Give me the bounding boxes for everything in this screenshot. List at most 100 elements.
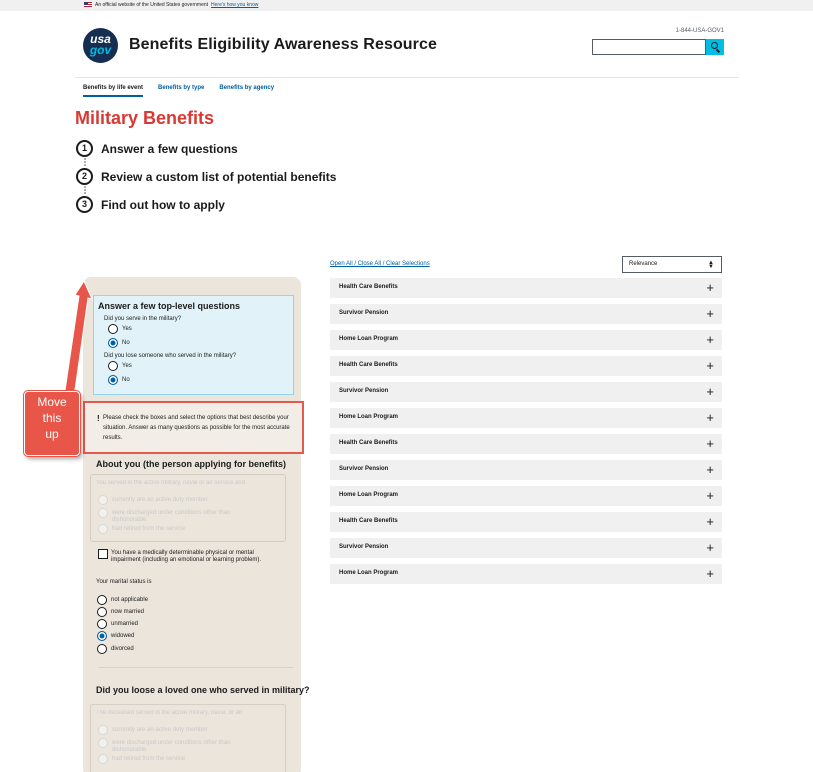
open-close-clear-link[interactable]: Open All / Close All / Clear Selections bbox=[330, 261, 430, 267]
marital-radio-divorced[interactable] bbox=[97, 644, 107, 654]
callout-line: up bbox=[45, 427, 59, 441]
step-number: 2 bbox=[76, 168, 93, 185]
gov-banner: An official website of the United States… bbox=[0, 0, 813, 11]
q2-yes-label: Yes bbox=[122, 363, 132, 369]
accordion-item[interactable]: Health Care Benefits + bbox=[330, 356, 722, 376]
impairment-checkbox[interactable] bbox=[98, 549, 108, 559]
nav-agency[interactable]: Benefits by agency bbox=[219, 84, 274, 97]
page-title: Military Benefits bbox=[75, 108, 215, 128]
plus-icon[interactable]: + bbox=[706, 280, 714, 296]
banner-text: An official website of the United States… bbox=[95, 2, 209, 8]
logo-gov: gov bbox=[89, 43, 112, 57]
search-input[interactable] bbox=[592, 39, 706, 55]
header-divider bbox=[75, 77, 739, 78]
q1-yes-label: Yes bbox=[122, 326, 132, 332]
plus-icon[interactable]: + bbox=[706, 514, 714, 530]
plus-icon[interactable]: + bbox=[706, 488, 714, 504]
section-divider bbox=[98, 667, 294, 668]
accordion-title: Survivor Pension bbox=[339, 544, 389, 550]
q1-label: Did you serve in the military? bbox=[104, 316, 182, 322]
impairment-label: You have a medically determinable physic… bbox=[111, 550, 262, 563]
heres-how-link[interactable]: Here's how you know bbox=[211, 2, 258, 8]
marital-radio-widowed[interactable] bbox=[97, 631, 107, 641]
callout-line: Move bbox=[37, 395, 67, 409]
plus-icon[interactable]: + bbox=[706, 566, 714, 582]
step-2: 2 Review a custom list of potential bene… bbox=[76, 168, 336, 185]
accordion-item[interactable]: Survivor Pension + bbox=[330, 460, 722, 480]
plus-icon[interactable]: + bbox=[706, 540, 714, 556]
deceased-option-radio[interactable] bbox=[98, 754, 108, 764]
deceased-option-label: were discharged under conditions other t… bbox=[112, 740, 231, 753]
service-option-label: were discharged under conditions other t… bbox=[112, 510, 231, 523]
step-number: 3 bbox=[76, 196, 93, 213]
plus-icon[interactable]: + bbox=[706, 410, 714, 426]
marital-radio-not-applicable[interactable] bbox=[97, 595, 107, 605]
accordion-title: Home Loan Program bbox=[339, 336, 399, 342]
accordion-item[interactable]: Health Care Benefits + bbox=[330, 434, 722, 454]
accordion-item[interactable]: Health Care Benefits + bbox=[330, 512, 722, 532]
alert-icon: ! bbox=[97, 414, 100, 423]
q1-no-radio[interactable] bbox=[108, 338, 118, 348]
nav-type[interactable]: Benefits by type bbox=[158, 84, 204, 97]
q2-yes-radio[interactable] bbox=[108, 361, 118, 371]
loved-one-heading: Did you loose a loved one who served in … bbox=[96, 685, 310, 695]
deceased-option-label: had retired from the service bbox=[112, 756, 186, 762]
service-option-radio[interactable] bbox=[98, 495, 108, 505]
accordion-title: Home Loan Program bbox=[339, 492, 399, 498]
accordion-item[interactable]: Survivor Pension + bbox=[330, 304, 722, 324]
accordion-title: Health Care Benefits bbox=[339, 284, 398, 290]
marital-radio-married[interactable] bbox=[97, 607, 107, 617]
marital-option-label: now married bbox=[111, 609, 145, 615]
accordion-title: Survivor Pension bbox=[339, 310, 389, 316]
usagov-logo[interactable]: usa gov bbox=[83, 28, 118, 63]
benefits-nav: Benefits by life event Benefits by type … bbox=[83, 84, 289, 97]
step-1: 1 Answer a few questions bbox=[76, 140, 238, 157]
accordion-title: Survivor Pension bbox=[339, 466, 389, 472]
plus-icon[interactable]: + bbox=[706, 384, 714, 400]
callout-line: this bbox=[42, 411, 62, 425]
select-arrows-icon: ▲ ▼ bbox=[708, 260, 714, 270]
marital-status-label: Your marital status is bbox=[96, 579, 152, 585]
accordion-title: Health Care Benefits bbox=[339, 518, 398, 524]
q1-yes-radio[interactable] bbox=[108, 324, 118, 334]
phone-number[interactable]: 1-844-USA-GOV1 bbox=[640, 28, 724, 34]
service-option-radio[interactable] bbox=[98, 524, 108, 534]
accordion-item[interactable]: Home Loan Program + bbox=[330, 564, 722, 584]
step-label: Review a custom list of potential benefi… bbox=[101, 169, 337, 184]
step-number: 1 bbox=[76, 140, 93, 157]
alert-message: Please check the boxes and select the op… bbox=[103, 415, 290, 441]
service-option-label: currently are an active duty member bbox=[112, 497, 208, 503]
plus-icon[interactable]: + bbox=[706, 332, 714, 348]
accordion-item[interactable]: Home Loan Program + bbox=[330, 486, 722, 506]
plus-icon[interactable]: + bbox=[706, 462, 714, 478]
marital-radio-unmarried[interactable] bbox=[97, 619, 107, 629]
site-title[interactable]: Benefits Eligibility Awareness Resource bbox=[129, 36, 437, 54]
sort-select[interactable]: Relevance ▲ ▼ bbox=[622, 256, 722, 273]
marital-option-label: widowed bbox=[111, 633, 135, 639]
q1-no-label: No bbox=[122, 340, 130, 346]
accordion-item[interactable]: Home Loan Program + bbox=[330, 330, 722, 350]
accordion-item[interactable]: Home Loan Program + bbox=[330, 408, 722, 428]
top-questions-title: Answer a few top-level questions bbox=[98, 301, 241, 311]
service-option-radio[interactable] bbox=[98, 508, 108, 518]
plus-icon[interactable]: + bbox=[706, 436, 714, 452]
nav-life-event[interactable]: Benefits by life event bbox=[83, 84, 144, 97]
move-up-callout: Move this up bbox=[24, 391, 80, 456]
q2-no-radio[interactable] bbox=[108, 375, 118, 385]
accordion-title: Home Loan Program bbox=[339, 570, 399, 576]
step-label: Answer a few questions bbox=[101, 141, 238, 156]
search-button[interactable] bbox=[706, 39, 724, 55]
accordion-item[interactable]: Survivor Pension + bbox=[330, 382, 722, 402]
step-connector bbox=[84, 186, 86, 194]
deceased-option-label: currently are an active duty member bbox=[112, 727, 208, 733]
accordion-item[interactable]: Health Care Benefits + bbox=[330, 278, 722, 298]
plus-icon[interactable]: + bbox=[706, 358, 714, 374]
accordion-item[interactable]: Survivor Pension + bbox=[330, 538, 722, 558]
service-legend: You served in the active military, naval… bbox=[96, 480, 246, 486]
plus-icon[interactable]: + bbox=[706, 306, 714, 322]
marital-option-label: divorced bbox=[111, 646, 134, 652]
service-option-label: had retired from the service bbox=[112, 526, 186, 532]
deceased-option-radio[interactable] bbox=[98, 725, 108, 735]
deceased-option-radio[interactable] bbox=[98, 738, 108, 748]
step-3: 3 Find out how to apply bbox=[76, 196, 225, 213]
